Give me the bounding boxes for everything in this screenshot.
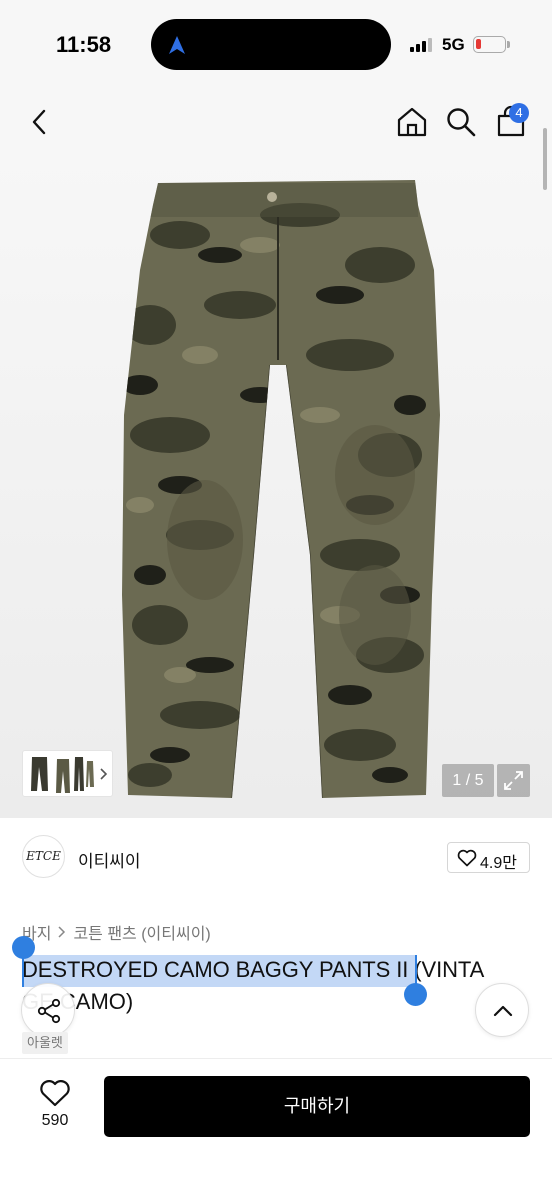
wishlist-count: 590 bbox=[41, 1112, 69, 1129]
buy-button[interactable]: 구매하기 bbox=[104, 1076, 530, 1137]
chevron-right-icon bbox=[58, 926, 66, 938]
breadcrumb-subcategory[interactable]: 코튼 팬츠 (이티씨이) bbox=[73, 920, 210, 944]
share-icon bbox=[37, 998, 61, 1024]
expand-icon bbox=[504, 771, 523, 790]
battery-icon bbox=[473, 36, 506, 53]
search-icon bbox=[447, 108, 476, 137]
brand-name[interactable]: 이티씨이 bbox=[78, 847, 141, 872]
heart-icon bbox=[457, 849, 477, 867]
home-icon bbox=[397, 107, 427, 137]
chevron-left-icon bbox=[32, 109, 46, 135]
thumbnail-strip[interactable] bbox=[22, 750, 113, 797]
share-button[interactable] bbox=[21, 983, 75, 1037]
location-arrow-icon bbox=[169, 36, 185, 54]
heart-icon bbox=[40, 1080, 70, 1107]
brand-logo[interactable]: ETCE bbox=[22, 835, 65, 878]
status-bar: 11:58 5G bbox=[0, 0, 552, 90]
outlet-tag: 아울렛 bbox=[22, 1032, 68, 1054]
expand-image-button[interactable] bbox=[497, 764, 530, 797]
back-button[interactable] bbox=[22, 104, 58, 140]
product-title-selected: DESTROYED CAMO BAGGY PANTS bbox=[22, 957, 391, 982]
home-button[interactable] bbox=[394, 104, 430, 140]
breadcrumb: 바지 코튼 팬츠 (이티씨이) bbox=[22, 920, 211, 944]
thumbnail-images bbox=[31, 757, 108, 793]
selection-end-handle[interactable] bbox=[404, 983, 427, 1006]
cart-count-badge: 4 bbox=[509, 103, 529, 123]
product-title-rest: II (VINTA bbox=[390, 957, 485, 982]
scroll-to-top-button[interactable] bbox=[475, 983, 529, 1037]
chevron-up-icon bbox=[493, 1005, 513, 1017]
image-page-counter: 1 / 5 bbox=[442, 764, 494, 797]
top-navigation bbox=[0, 90, 552, 155]
cellular-signal-icon bbox=[410, 38, 432, 52]
search-button[interactable] bbox=[443, 104, 479, 140]
selection-start-handle[interactable] bbox=[12, 936, 35, 959]
selection-start-bar bbox=[22, 957, 24, 987]
status-time: 11:58 bbox=[56, 32, 112, 57]
camo-pants-photo bbox=[122, 180, 440, 798]
product-image[interactable] bbox=[0, 155, 552, 818]
waist-button bbox=[267, 192, 277, 202]
scroll-indicator bbox=[543, 128, 547, 190]
brand-like-count: 4.9만 bbox=[480, 855, 517, 872]
network-label: 5G bbox=[442, 35, 465, 54]
wishlist-button[interactable]: 590 bbox=[26, 1076, 84, 1136]
brand-like-button[interactable]: 4.9만 bbox=[447, 842, 530, 873]
